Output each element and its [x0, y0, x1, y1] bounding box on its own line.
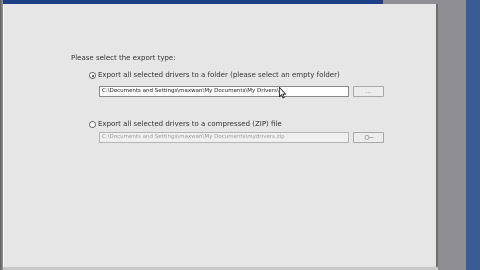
folder-browse-icon	[364, 135, 373, 140]
folder-path-input[interactable]: C:\Documents and Settings\maxwan\My Docu…	[99, 86, 349, 97]
folder-browse-label: ...	[365, 87, 372, 95]
side-panel	[466, 0, 480, 270]
export-type-prompt: Please select the export type:	[71, 54, 176, 62]
export-folder-radio[interactable]	[89, 72, 96, 79]
zip-path-input[interactable]: C:\Documents and Settings\maxwan\My Docu…	[99, 132, 349, 143]
export-zip-radio[interactable]	[89, 121, 96, 128]
folder-browse-button[interactable]: ...	[353, 86, 384, 97]
export-zip-label[interactable]: Export all selected drivers to a compres…	[98, 120, 282, 128]
mouse-pointer-icon	[279, 87, 286, 99]
zip-browse-button[interactable]	[353, 132, 384, 143]
export-folder-label[interactable]: Export all selected drivers to a folder …	[98, 71, 340, 79]
